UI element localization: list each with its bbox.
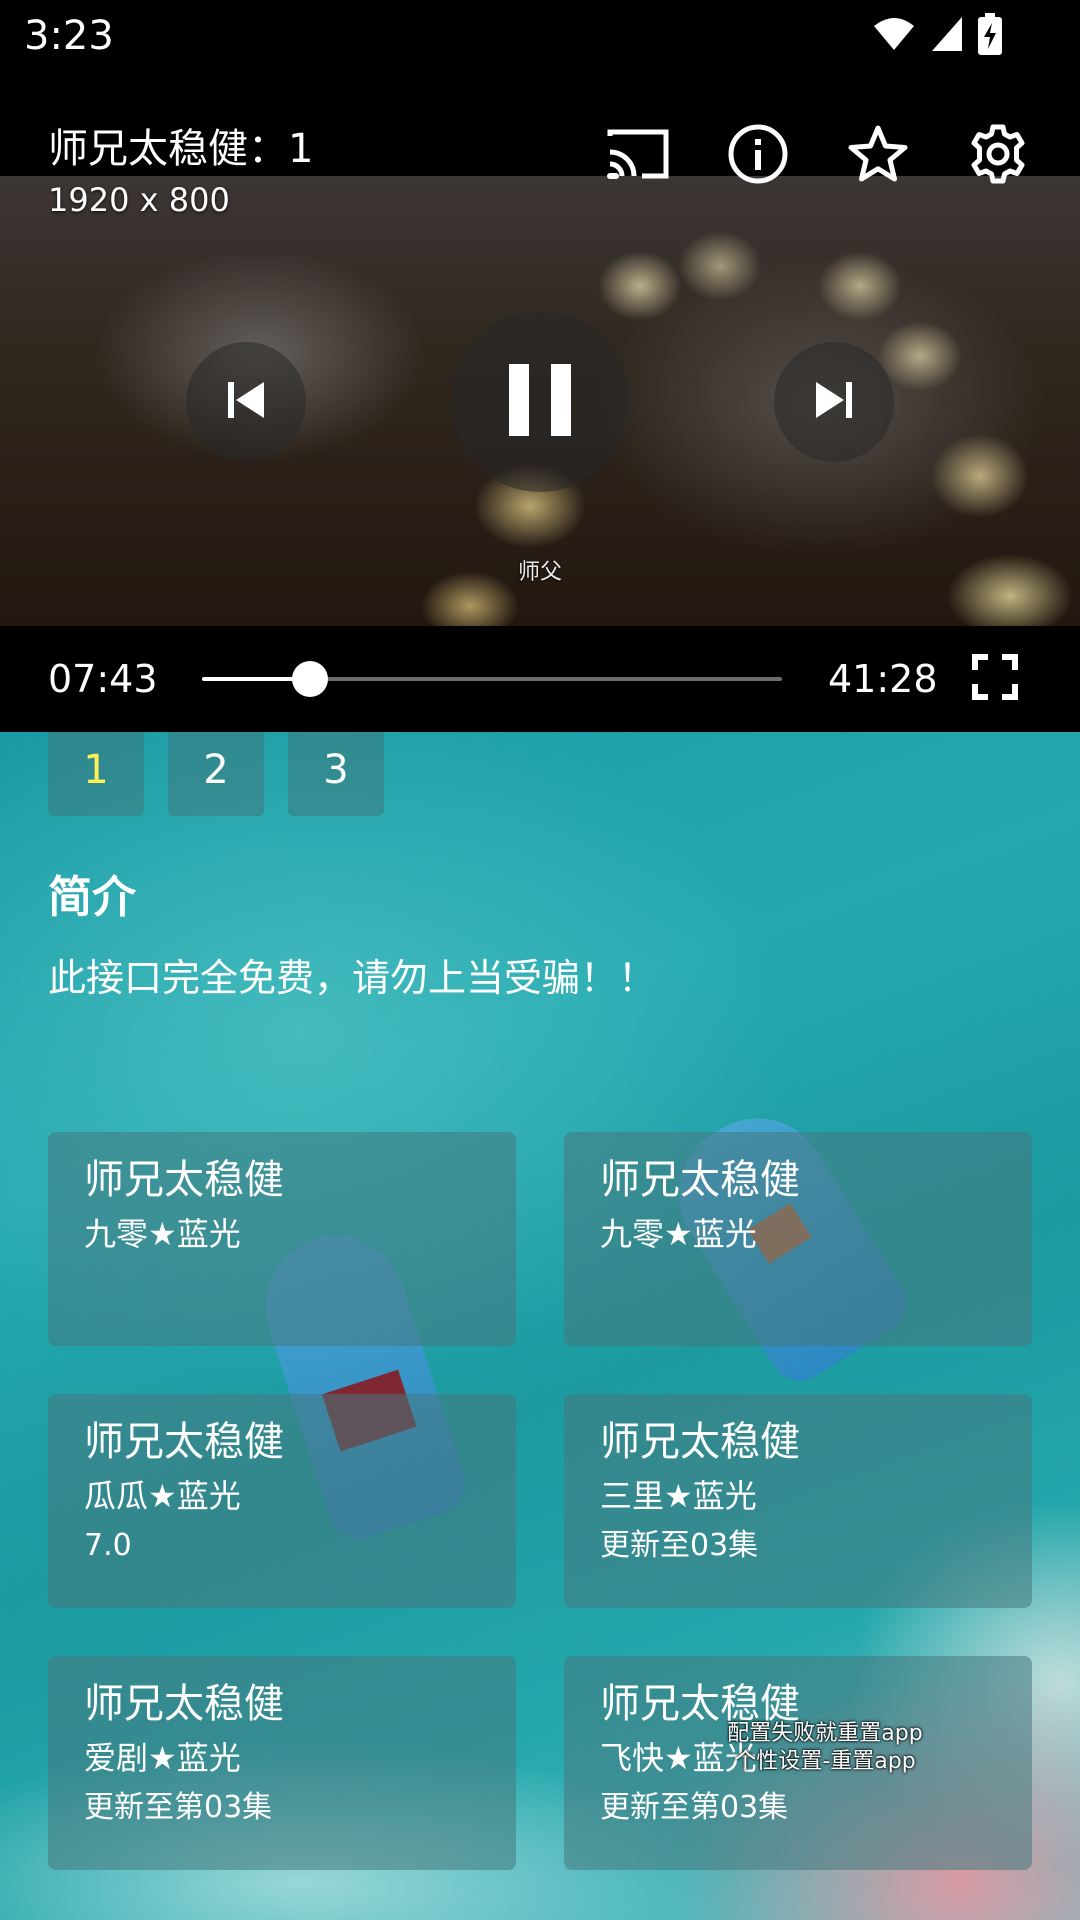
previous-button[interactable]: [186, 342, 306, 462]
pause-icon: [507, 362, 573, 442]
source-line: 爱剧★蓝光: [84, 1739, 241, 1777]
battery-charging-icon: [978, 13, 1002, 59]
seek-bar-thumb[interactable]: [292, 661, 329, 697]
video-subtitle: 师父: [517, 560, 562, 585]
source-line: 九零★蓝光: [600, 1215, 757, 1253]
source-card[interactable]: 师兄太稳健 三里★蓝光 更新至03集: [564, 1394, 1032, 1608]
app-screen: 3:23 师兄太稳健：1 1920 x 800 师父 07:43 41:28 1…: [0, 0, 1080, 1920]
episode-tab-label: 3: [323, 747, 349, 793]
toast-message: 配置失败就重置app 个性设置-重置app: [660, 1720, 990, 1776]
source-card[interactable]: 师兄太稳健 瓜瓜★蓝光 7.0: [48, 1394, 516, 1608]
source-line: 瓜瓜★蓝光: [84, 1477, 241, 1515]
settings-button[interactable]: [964, 122, 1032, 190]
next-button[interactable]: [774, 342, 894, 462]
source-meta: 更新至第03集: [600, 1790, 789, 1825]
video-player[interactable]: 师兄太稳健：1 1920 x 800 师父 07:43 41:28: [0, 72, 1080, 732]
source-meta: 更新至第03集: [84, 1790, 273, 1825]
video-resolution: 1920 x 800: [48, 181, 230, 219]
intro-text: 此接口完全免费，请勿上当受骗！！: [48, 956, 657, 1000]
fullscreen-button[interactable]: [966, 650, 1024, 708]
favorite-button[interactable]: [844, 122, 912, 190]
detail-content[interactable]: 1 2 3 简介 此接口完全免费，请勿上当受骗！！ 师兄太稳健 九零★蓝光 师兄…: [0, 732, 1080, 1920]
toast-line: 配置失败就重置app: [727, 1721, 923, 1746]
source-title: 师兄太稳健: [600, 1419, 800, 1465]
info-button[interactable]: [724, 122, 792, 190]
episode-tab[interactable]: 3: [288, 732, 384, 816]
source-line: 九零★蓝光: [84, 1215, 241, 1253]
current-time: 07:43: [48, 657, 158, 701]
gear-icon: [967, 123, 1029, 189]
player-top-actions: [604, 122, 1032, 190]
source-card[interactable]: 师兄太稳健 九零★蓝光: [48, 1132, 516, 1346]
star-icon: [847, 123, 909, 189]
episode-list: 1 2 3: [48, 732, 384, 816]
intro-heading: 简介: [48, 872, 136, 923]
source-line: 三里★蓝光: [600, 1477, 757, 1515]
status-time: 3:23: [24, 13, 114, 59]
cast-icon: [604, 126, 672, 186]
info-icon: [727, 123, 789, 189]
seek-bar[interactable]: [202, 661, 782, 697]
status-icons: [872, 12, 1002, 60]
source-card[interactable]: 师兄太稳健 爱剧★蓝光 更新至第03集: [48, 1656, 516, 1870]
source-meta: 7.0: [84, 1528, 132, 1563]
source-title: 师兄太稳健: [84, 1419, 284, 1465]
wifi-icon: [872, 16, 916, 56]
episode-tab-label: 1: [83, 747, 109, 793]
episode-tab[interactable]: 1: [48, 732, 144, 816]
signal-icon: [930, 15, 964, 57]
skip-next-icon: [812, 380, 856, 424]
episode-tab[interactable]: 2: [168, 732, 264, 816]
cast-button[interactable]: [604, 122, 672, 190]
skip-previous-icon: [224, 380, 268, 424]
source-card[interactable]: 师兄太稳健 九零★蓝光: [564, 1132, 1032, 1346]
source-title: 师兄太稳健: [600, 1157, 800, 1203]
source-title: 师兄太稳健: [84, 1157, 284, 1203]
video-title: 师兄太稳健：1: [48, 126, 314, 172]
source-title: 师兄太稳健: [84, 1681, 284, 1727]
progress-row: 07:43 41:28: [0, 626, 1080, 732]
toast-line: 个性设置-重置app: [734, 1749, 916, 1774]
fullscreen-icon: [972, 654, 1018, 704]
pause-button[interactable]: [450, 312, 630, 492]
episode-tab-label: 2: [203, 747, 229, 793]
total-time: 41:28: [828, 657, 938, 701]
source-meta: 更新至03集: [600, 1528, 759, 1563]
status-bar: 3:23: [0, 0, 1080, 72]
